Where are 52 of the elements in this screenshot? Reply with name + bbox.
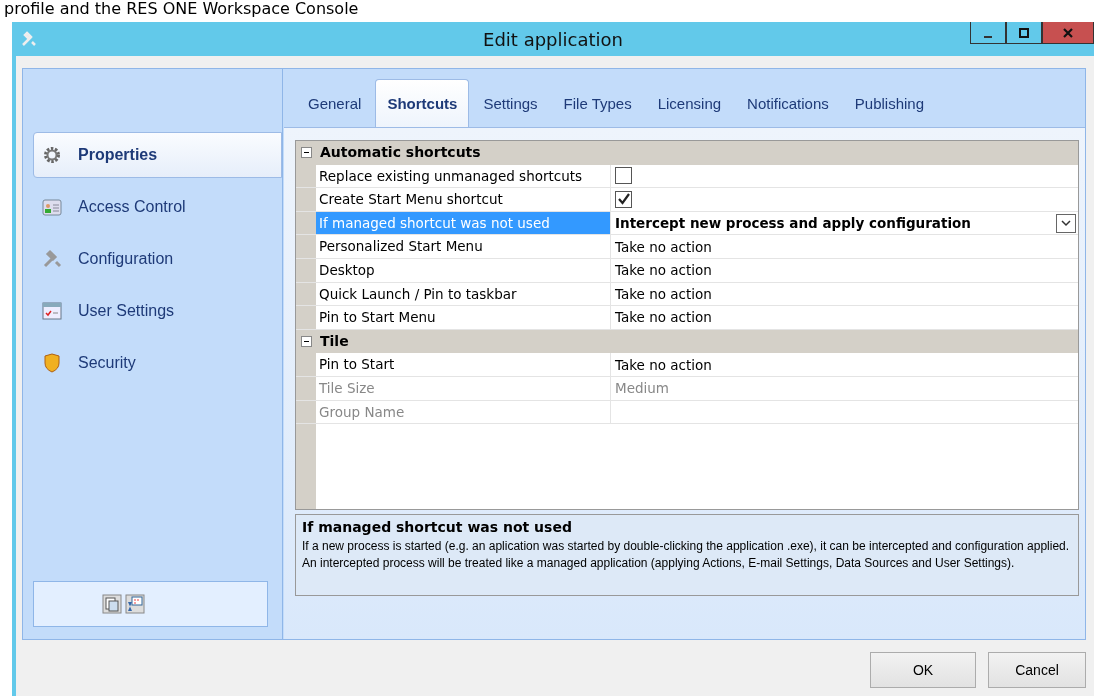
window-title: Edit application: [483, 28, 623, 50]
gear-icon: [42, 145, 62, 165]
shield-icon: [42, 353, 62, 373]
window-icon: [42, 301, 62, 321]
maximize-icon: [1019, 27, 1029, 38]
minimize-button[interactable]: [970, 22, 1006, 44]
close-icon: [1063, 27, 1073, 38]
property-label[interactable]: Desktop: [316, 258, 611, 282]
close-button[interactable]: [1042, 22, 1094, 44]
minimize-icon: [984, 35, 992, 38]
sidebar-item[interactable]: User Settings: [33, 288, 282, 334]
tab[interactable]: General: [296, 79, 374, 127]
dialog-button[interactable]: Cancel: [988, 652, 1086, 688]
property-label[interactable]: Quick Launch / Pin to taskbar: [316, 282, 611, 306]
dropdown-value[interactable]: Intercept new process and apply configuration: [615, 215, 971, 232]
tab[interactable]: Shortcuts: [375, 79, 470, 127]
tools-icon: [42, 249, 62, 269]
property-value[interactable]: Take no action: [615, 309, 712, 326]
maximize-button[interactable]: [1006, 22, 1042, 44]
copy-icon[interactable]: [101, 594, 122, 614]
id-card-icon: [42, 197, 62, 217]
property-label[interactable]: Pin to Start Menu: [316, 306, 611, 329]
collapse-icon[interactable]: [300, 336, 312, 348]
description-text: If a new process is started (e.g. an aplication was started by double-clicking the application .exe), it can be intercepted and configuration applied. An intercepted process will be treated like a managed application (applying Actions, E-mail Settings, Data Sources and User Settings).: [302, 538, 1071, 572]
dialog-button[interactable]: OK: [870, 652, 976, 688]
tab[interactable]: Notifications: [735, 79, 841, 127]
chevron-down-icon: [1061, 219, 1071, 228]
tab[interactable]: File Types: [551, 79, 644, 127]
sidebar-item[interactable]: Properties: [33, 132, 282, 178]
caption-text: profile and the RES ONE Workspace Console: [3, 0, 360, 20]
dropdown-button[interactable]: [1056, 213, 1076, 233]
tab[interactable]: Licensing: [645, 79, 734, 127]
sidebar-item[interactable]: Access Control: [33, 184, 282, 230]
property-value[interactable]: Take no action: [615, 238, 712, 255]
group-title: Automatic shortcuts: [319, 143, 481, 162]
tools-icon: [20, 30, 38, 48]
checkbox[interactable]: [615, 191, 632, 208]
property-value[interactable]: Take no action: [615, 285, 712, 302]
property-label[interactable]: Replace existing unmanaged shortcuts: [316, 164, 611, 188]
description-title: If managed shortcut was not used: [302, 519, 573, 535]
property-value[interactable]: Take no action: [615, 262, 712, 279]
collapse-icon[interactable]: [300, 147, 312, 159]
checkbox[interactable]: [615, 167, 632, 185]
property-value[interactable]: Take no action: [615, 356, 712, 373]
tab[interactable]: Settings: [471, 79, 550, 127]
property-label[interactable]: Create Start Menu shortcut: [316, 188, 611, 211]
property-label[interactable]: Personalized Start Menu: [316, 235, 611, 258]
property-label[interactable]: Pin to Start: [316, 353, 611, 376]
tab[interactable]: Publishing: [842, 79, 936, 127]
sidebar-item[interactable]: Configuration: [33, 236, 282, 282]
sidebar-item[interactable]: Security: [33, 340, 282, 386]
group-title: Tile: [319, 331, 349, 351]
